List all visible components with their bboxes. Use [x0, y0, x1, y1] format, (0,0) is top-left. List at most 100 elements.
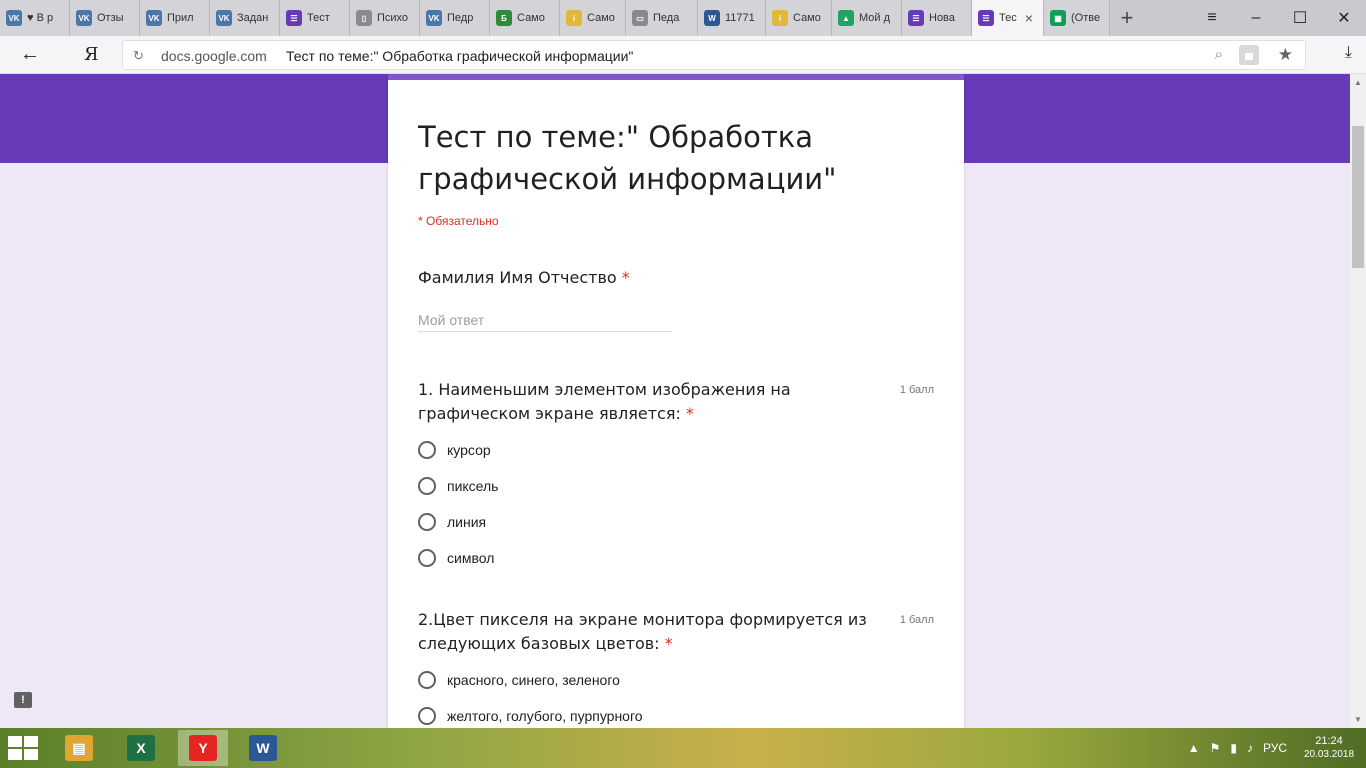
tab-label: (Отве — [1071, 12, 1101, 24]
scrollbar-thumb[interactable] — [1352, 126, 1364, 268]
window-controls: ≡ – ☐ ✕ — [1190, 0, 1366, 36]
browser-menu-icon[interactable]: ≡ — [1190, 0, 1234, 36]
back-arrow-icon[interactable]: ← — [20, 43, 40, 66]
taskbar-file-explorer[interactable]: ▤ — [54, 730, 104, 766]
windows-start-icon[interactable] — [8, 736, 38, 760]
tab-label: Нова — [929, 12, 955, 24]
radio-button[interactable] — [418, 477, 436, 495]
feedback-icon[interactable]: ! — [14, 692, 32, 708]
required-star: * — [664, 634, 673, 653]
radio-button[interactable] — [418, 441, 436, 459]
browser-tab[interactable]: Б Само — [490, 0, 560, 36]
pencil-icon: i — [772, 10, 788, 26]
question-text: 1. Наименьшим элементом изображения на г… — [418, 380, 791, 423]
tab-label: Само — [793, 12, 821, 24]
page-content: Тест по теме:" Обработка графической инф… — [0, 74, 1350, 728]
scroll-down-icon[interactable]: ▼ — [1354, 715, 1362, 724]
taskbar-yandex-browser[interactable]: Y — [178, 730, 228, 766]
browser-tab[interactable]: ☰ Нова — [902, 0, 972, 36]
browser-tab[interactable]: VK ♥ В р — [0, 0, 70, 36]
lock-icon[interactable] — [1239, 45, 1259, 65]
browser-tab[interactable]: VK Задан — [210, 0, 280, 36]
clock-time: 21:24 — [1315, 735, 1343, 747]
vk-icon: VK — [76, 10, 92, 26]
radio-button[interactable] — [418, 513, 436, 531]
language-indicator[interactable]: РУС — [1263, 741, 1287, 755]
browser-tab[interactable]: VK Отзы — [70, 0, 140, 36]
tab-label: Педа — [653, 12, 680, 24]
browser-tab[interactable]: W 11771 — [698, 0, 766, 36]
show-hidden-icons-icon[interactable]: ▲ — [1188, 741, 1200, 755]
word-icon: W — [249, 735, 277, 761]
browser-tab[interactable]: VK Прил — [140, 0, 210, 36]
url-page-title: Тест по теме:" Обработка графической инф… — [286, 48, 634, 64]
scroll-up-icon[interactable]: ▲ — [1354, 78, 1362, 87]
battery-icon[interactable]: ▮ — [1230, 741, 1237, 755]
tab-label: Прил — [167, 12, 194, 24]
browser-tab[interactable]: i Само — [766, 0, 832, 36]
download-icon[interactable]: ⤓ — [1345, 44, 1352, 62]
action-center-flag-icon[interactable]: ⚑ — [1210, 741, 1221, 755]
url-field[interactable]: ↻ docs.google.com Тест по теме:" Обработ… — [122, 40, 1306, 70]
bookmark-star-icon[interactable]: ★ — [1278, 45, 1293, 65]
radio-button[interactable] — [418, 549, 436, 567]
excel-icon: X — [127, 735, 155, 761]
browser-tab[interactable]: VK Педр — [420, 0, 490, 36]
drive-icon: ▲ — [838, 10, 854, 26]
word-doc-icon: W — [704, 10, 720, 26]
minimize-icon[interactable]: – — [1234, 0, 1278, 36]
reload-icon[interactable]: ↻ — [133, 48, 144, 64]
radio-option[interactable]: линия — [418, 510, 486, 534]
option-label: пиксель — [447, 478, 499, 494]
option-label: красного, синего, зеленого — [447, 672, 620, 688]
taskbar-word[interactable]: W — [238, 730, 288, 766]
browser-tab[interactable]: ▦ (Отве — [1044, 0, 1110, 36]
radio-option[interactable]: курсор — [418, 438, 491, 462]
browser-tab[interactable]: ☰ Тест — [280, 0, 350, 36]
yandex-logo-icon[interactable]: Я — [84, 44, 99, 65]
taskbar-excel[interactable]: X — [116, 730, 166, 766]
taskbar: ▤ X Y W ▲ ⚑ ▮ ♪ РУС 21:24 20.03.2018 — [0, 728, 1366, 768]
name-answer-input[interactable] — [418, 308, 672, 332]
new-tab-icon[interactable]: + — [1110, 0, 1144, 36]
system-tray: ▲ ⚑ ▮ ♪ РУС 21:24 20.03.2018 — [1183, 728, 1366, 768]
radio-option[interactable]: символ — [418, 546, 494, 570]
name-question-title: Фамилия Имя Отчество * — [418, 266, 878, 290]
tab-label: ♥ В р — [27, 12, 54, 24]
browser-tab[interactable]: ▯ Психо — [350, 0, 420, 36]
yandex-browser-icon: Y — [189, 735, 217, 761]
browser-tab[interactable]: ▭ Педа — [626, 0, 698, 36]
tab-label: Тес — [999, 12, 1017, 24]
presentation-icon: ▭ — [632, 10, 648, 26]
address-bar: ← Я ↻ docs.google.com Тест по теме:" Обр… — [0, 36, 1366, 74]
search-icon[interactable]: ⌕ — [1215, 46, 1223, 63]
tab-label: Педр — [447, 12, 474, 24]
radio-option[interactable]: красного, синего, зеленого — [418, 668, 620, 692]
tab-close-icon[interactable]: × — [1025, 10, 1033, 26]
tab-label: Само — [587, 12, 615, 24]
url-domain: docs.google.com — [161, 48, 267, 64]
question-title: 2.Цвет пикселя на экране монитора формир… — [418, 608, 878, 656]
radio-button[interactable] — [418, 707, 436, 725]
sheets-icon: ▦ — [1050, 10, 1066, 26]
option-label: линия — [447, 514, 487, 530]
browser-tab[interactable]: ☰ Тес × — [972, 0, 1044, 36]
radio-option[interactable]: желтого, голубого, пурпурного — [418, 704, 643, 728]
volume-icon[interactable]: ♪ — [1247, 741, 1253, 755]
browser-tab[interactable]: ▲ Мой д — [832, 0, 902, 36]
close-icon[interactable]: ✕ — [1322, 0, 1366, 36]
tab-label: 11771 — [725, 12, 755, 24]
vk-icon: VK — [216, 10, 232, 26]
browser-tab[interactable]: i Само — [560, 0, 626, 36]
question-title: 1. Наименьшим элементом изображения на г… — [418, 378, 878, 426]
maximize-icon[interactable]: ☐ — [1278, 0, 1322, 36]
question-points: 1 балл — [899, 384, 934, 396]
radio-button[interactable] — [418, 671, 436, 689]
vertical-scrollbar[interactable]: ▲ ▼ — [1350, 74, 1366, 728]
radio-option[interactable]: пиксель — [418, 474, 498, 498]
question-points: 1 балл — [899, 614, 934, 626]
tab-label: Тест — [307, 12, 330, 24]
tab-bar: VK ♥ В р VK Отзы VK Прил VK Задан ☰ Тест ▯ Психо VK П… — [0, 0, 1366, 36]
required-note: * Обязательно — [418, 214, 499, 228]
clock[interactable]: 21:24 20.03.2018 — [1292, 734, 1366, 762]
